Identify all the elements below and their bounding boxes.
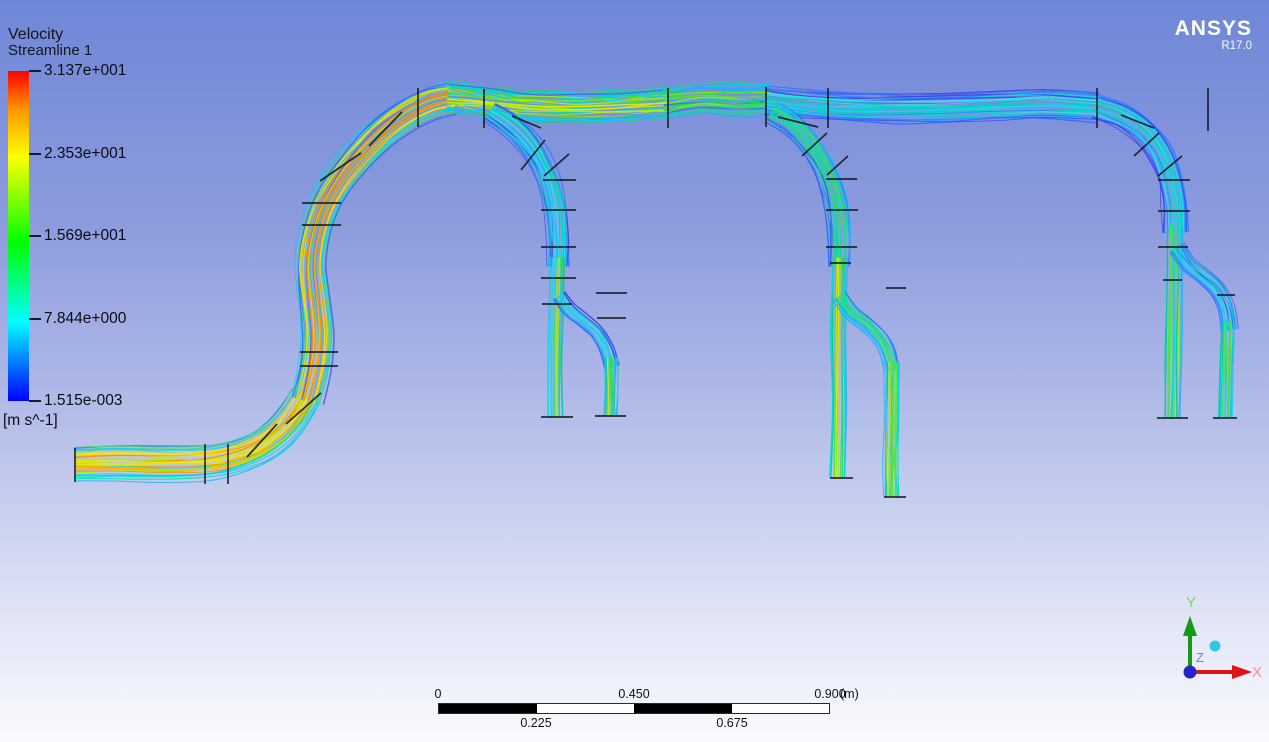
streamline (75, 392, 298, 454)
streamline (75, 391, 297, 454)
streamline (304, 94, 452, 400)
x-axis-arrowhead (1232, 665, 1252, 679)
streamline-canvas[interactable] (0, 0, 1269, 742)
ruler-segment (537, 704, 635, 713)
scale-ruler: 00.4500.900 0.2250.675 (m) (438, 687, 878, 731)
streamline (318, 109, 455, 403)
z-axis-node (1184, 666, 1197, 679)
ruler-segment (634, 704, 732, 713)
streamline (314, 106, 454, 402)
streamline (1092, 118, 1164, 233)
streamline (1092, 118, 1164, 232)
ruler-segment (732, 704, 830, 713)
triad-node (1210, 641, 1221, 652)
ruler-top-label: 0.450 (618, 687, 649, 701)
streamline (320, 111, 456, 404)
ansys-logo-name: ANSYS (1175, 18, 1252, 40)
streamline (309, 100, 452, 401)
triad-z-label: Z (1196, 650, 1204, 665)
triad-y-label: Y (1186, 594, 1196, 611)
axis-triad[interactable]: Z Y X (1130, 578, 1269, 693)
ansys-logo: ANSYS R17.0 (1175, 18, 1252, 52)
scale-ruler-unit: (m) (840, 687, 859, 701)
streamline (883, 362, 885, 496)
streamline (769, 117, 836, 266)
streamline (1093, 117, 1163, 233)
ruler-segment (439, 704, 537, 713)
triad-x-label: X (1252, 664, 1262, 681)
ruler-bottom-label: 0.675 (716, 716, 747, 730)
streamline (320, 111, 456, 403)
streamline (316, 110, 455, 403)
y-axis-arrowhead (1183, 616, 1197, 636)
viewport[interactable]: Velocity Streamline 1 3.137e+0012.353e+0… (0, 0, 1269, 742)
ruler-bottom-label: 0.225 (520, 716, 551, 730)
streamline (75, 389, 293, 449)
streamline (304, 96, 452, 399)
streamline (319, 110, 455, 403)
ruler-top-label: 0 (435, 687, 442, 701)
scale-ruler-bar (438, 703, 830, 714)
ansys-logo-version: R17.0 (1175, 40, 1252, 52)
